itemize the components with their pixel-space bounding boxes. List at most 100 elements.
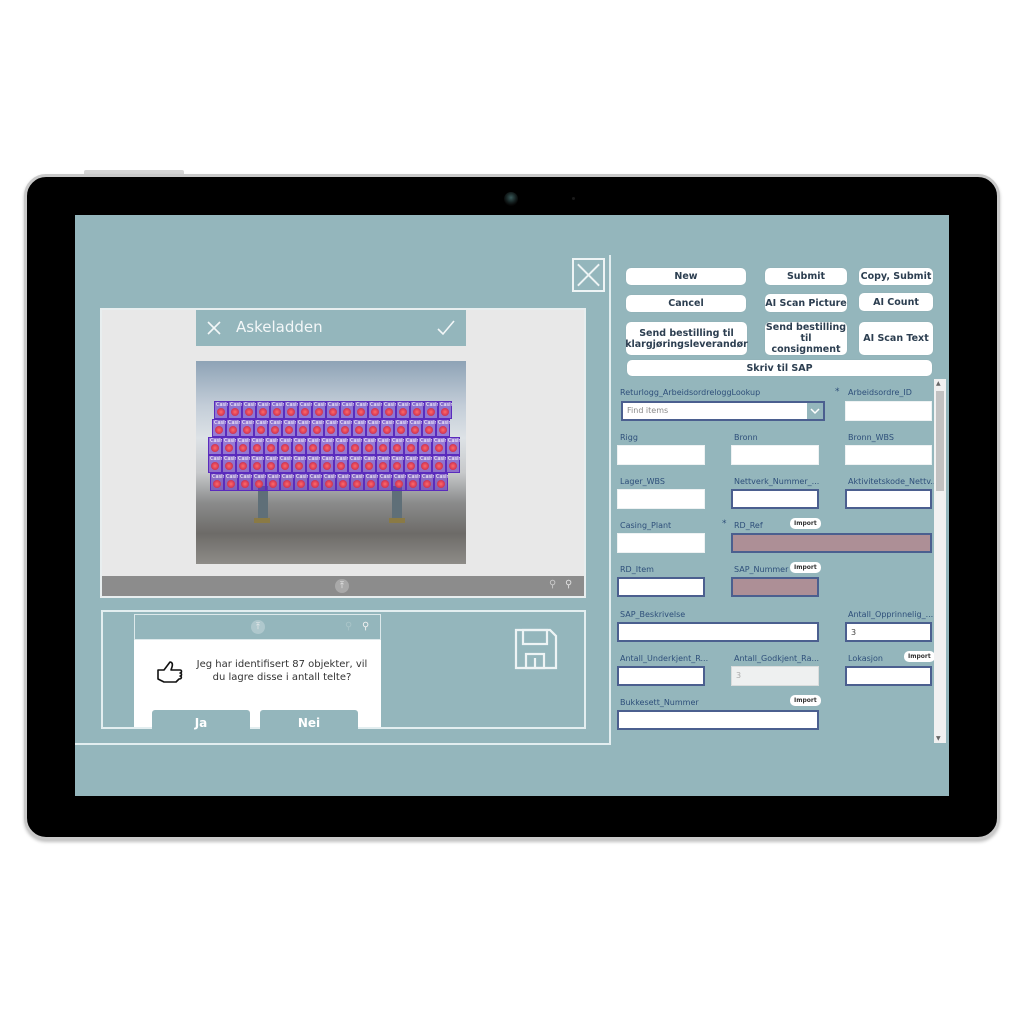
rd-ref-input[interactable] (731, 533, 932, 553)
detection-label: Casing_... (336, 438, 348, 444)
pipe-end (281, 444, 289, 452)
pipe-end (351, 462, 359, 470)
zoom-out-icon[interactable]: ⚲ (345, 621, 352, 632)
pipe-end (259, 408, 267, 416)
frame-divider-horizontal (75, 743, 611, 745)
zoom-in-icon[interactable]: ⚲ (362, 621, 369, 632)
pipe-end (273, 408, 281, 416)
sap-nummer-import-button[interactable]: Import (790, 562, 821, 573)
pipe-end (379, 462, 387, 470)
detection-box: Casing_... (312, 401, 326, 419)
chevron-down-icon[interactable] (807, 403, 823, 419)
detection-label: Casing_... (322, 438, 334, 444)
pipe-end (407, 462, 415, 470)
scrollbar-thumb[interactable] (936, 391, 944, 491)
lookup-combobox[interactable]: Find items (621, 401, 825, 421)
skriv-til-sap-button[interactable]: Skriv til SAP (627, 360, 932, 376)
send-consignment-button[interactable]: Send bestilling til consignment (765, 322, 847, 355)
lokasjon-input[interactable] (845, 666, 932, 686)
rack-foot (254, 518, 270, 523)
lokasjon-import-button[interactable]: Import (904, 651, 935, 662)
zoom-out-icon[interactable]: ⚲ (549, 579, 556, 590)
detection-label: Casing_... (408, 474, 420, 480)
bukkesett-import-button[interactable]: Import (790, 695, 821, 706)
detection-label: Casing_... (308, 438, 320, 444)
save-icon[interactable] (514, 628, 558, 670)
pipe-end (269, 480, 277, 488)
new-button[interactable]: New (626, 268, 746, 285)
detection-label: Casing_... (366, 474, 378, 480)
zoom-in-icon[interactable]: ⚲ (565, 579, 572, 590)
send-klargjoring-button[interactable]: Send bestilling til klargjøringsleverand… (625, 322, 748, 355)
check-icon[interactable] (436, 319, 456, 337)
detection-label: Casing_... (224, 456, 236, 462)
pipe-end (357, 408, 365, 416)
sap-nummer-input[interactable] (731, 577, 819, 597)
detection-label: Casing_... (224, 438, 236, 444)
detection-label: Casing_... (354, 420, 366, 426)
arbeidsordre-id-label: Arbeidsordre_ID (848, 388, 912, 397)
pin-icon[interactable]: ⤒ (335, 579, 349, 593)
no-button[interactable]: Nei (260, 710, 358, 736)
bukkesett-nummer-input[interactable] (617, 710, 819, 730)
aktivitetskode-input[interactable] (845, 489, 932, 509)
scroll-up-icon[interactable]: ▲ (936, 380, 941, 387)
pipe-end (329, 408, 337, 416)
detection-label: Casing_... (308, 456, 320, 462)
close-icon[interactable] (206, 320, 222, 336)
ai-scan-text-button[interactable]: AI Scan Text (859, 322, 933, 355)
rigg-input[interactable] (617, 445, 705, 465)
detection-box: Casing_... (256, 401, 270, 419)
detection-label: Casing_... (324, 474, 336, 480)
scroll-down-icon[interactable]: ▼ (936, 735, 941, 742)
bronn-wbs-input[interactable] (845, 445, 932, 465)
arbeidsordre-id-input[interactable] (845, 401, 932, 421)
casing-plant-input[interactable] (617, 533, 705, 553)
detection-box: Casing_... (396, 401, 410, 419)
bronn-input[interactable] (731, 445, 819, 465)
nettverk-nummer-input[interactable] (731, 489, 819, 509)
submit-button[interactable]: Submit (765, 268, 847, 285)
detection-box: Casing_... (422, 419, 436, 437)
pin-icon[interactable]: ⤒ (251, 620, 265, 634)
pipe-end (383, 426, 391, 434)
yes-button[interactable]: Ja (152, 710, 250, 736)
pipe-end (323, 444, 331, 452)
detection-label: Casing_... (378, 456, 390, 462)
copy-submit-button[interactable]: Copy, Submit (859, 268, 933, 285)
ai-count-button[interactable]: AI Count (859, 293, 933, 311)
detection-label: Casing_... (266, 438, 278, 444)
required-marker: * (835, 387, 840, 397)
detection-label: Casing_... (238, 456, 250, 462)
close-button[interactable] (572, 258, 605, 292)
rigg-label: Rigg (620, 433, 638, 442)
antall-opprinnelig-input[interactable]: 3 (845, 622, 932, 642)
detection-box: Casing_... (310, 419, 324, 437)
detection-box: Casing_... (334, 437, 348, 455)
rd-ref-import-button[interactable]: Import (790, 518, 821, 529)
detection-label: Casing_... (258, 402, 270, 408)
detection-label: Casing_... (352, 474, 364, 480)
pipe-end (243, 426, 251, 434)
lager-wbs-input[interactable] (617, 489, 705, 509)
detection-box: Casing_... (410, 401, 424, 419)
detection-box: Casing_... (392, 473, 406, 491)
antall-underkjent-input[interactable] (617, 666, 705, 686)
pipe-end (351, 444, 359, 452)
pipe-end (295, 444, 303, 452)
detection-label: Casing_... (398, 402, 410, 408)
detection-box: Casing_... (336, 473, 350, 491)
detection-label: Casing_... (380, 474, 392, 480)
detection-box: Casing_... (404, 455, 418, 473)
detection-label: Casing_... (412, 402, 424, 408)
ai-scan-picture-button[interactable]: AI Scan Picture (765, 294, 847, 312)
detection-label: Casing_... (434, 438, 446, 444)
cancel-button[interactable]: Cancel (626, 295, 746, 312)
detection-box: Casing_... (364, 473, 378, 491)
rd-item-input[interactable] (617, 577, 705, 597)
form-scrollbar[interactable]: ▲ ▼ (934, 379, 946, 743)
detection-label: Casing_... (422, 474, 434, 480)
sap-beskrivelse-input[interactable] (617, 622, 819, 642)
detection-label: Casing_... (438, 420, 450, 426)
detection-label: Casing_... (406, 438, 418, 444)
